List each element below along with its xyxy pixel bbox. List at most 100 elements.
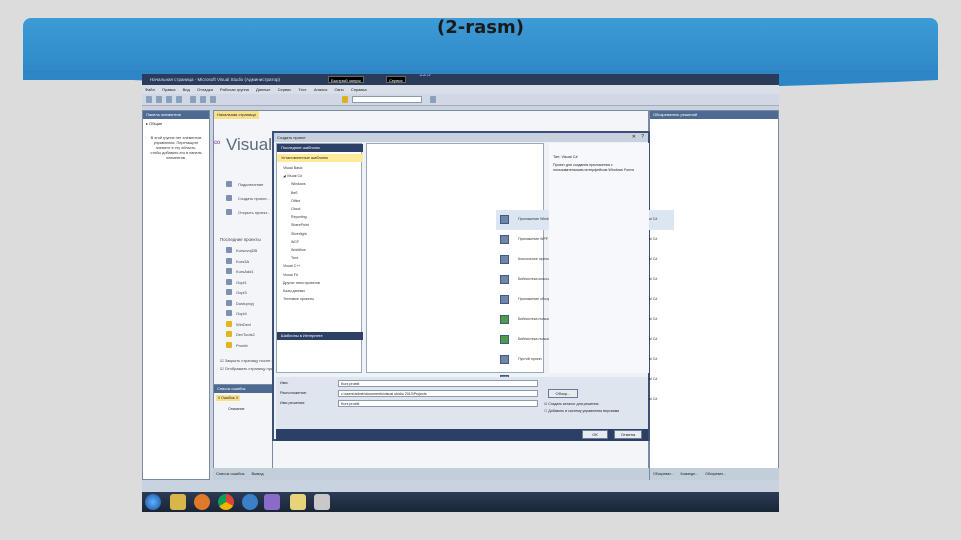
menu-tools[interactable]: Сервис [278,87,292,92]
template-name: Пустой проект [518,357,542,361]
tree-item[interactable]: Office [291,199,300,203]
tree-item[interactable]: Visual Basic [283,166,303,170]
create-dir-checkbox[interactable]: ☑ Создать каталог для решения [544,402,598,406]
location-input[interactable]: c:\users\admin\documents\visual studio 2… [338,390,538,397]
start-button-icon[interactable] [145,494,161,510]
tree-item[interactable]: Другие типы проектов [283,281,320,285]
menu-debug[interactable]: Отладка [197,87,213,92]
notepad-icon[interactable] [290,494,306,510]
toolbox-empty-text: В этой группе нет элементов управления. … [150,136,202,160]
toolbox-group-general[interactable]: ▸ Общие [143,119,209,128]
tree-item[interactable]: Workflow [291,248,306,252]
recent-project-icon [226,331,232,337]
config-combo[interactable] [352,96,422,103]
document-icon[interactable] [314,494,330,510]
menu-window[interactable]: Окно [334,87,343,92]
template-type: Тип: Visual C# [553,155,578,159]
toolbox-header: Панель элементов [143,111,209,119]
tree-item[interactable]: WCF [291,240,299,244]
menu-file[interactable]: Файл [145,87,155,92]
find-icon[interactable] [430,96,436,103]
add-vcs-checkbox[interactable]: ☐ Добавить в систему управления версиями [544,409,619,413]
tree-item[interactable]: Базы данных [283,289,305,293]
template-icon [500,255,509,264]
tree-item[interactable]: Тестовые проекты [283,297,314,301]
service-tag[interactable]: Сервис [386,76,406,83]
save-icon[interactable] [166,96,172,103]
start-debug-icon[interactable] [342,96,348,103]
tab-error-list[interactable]: Список ошибок [216,471,244,476]
vs-screenshot: Начальная страница - Microsoft Visual St… [142,74,779,512]
tree-item[interactable]: ◢ Visual C# [283,174,302,178]
tab-start-page[interactable]: Начальная страница [214,111,259,119]
tree-installed-templates[interactable]: Установленные шаблоны [277,154,363,162]
recent-project-item[interactable]: Oopl4 [236,311,247,316]
menu-data[interactable]: Данные [256,87,270,92]
recent-projects-header: Последние проекты [220,237,261,242]
menu-help[interactable]: Справка [351,87,367,92]
errors-count-button[interactable]: 0 Ошибок: 0 [216,395,241,401]
menu-analyze[interactable]: Анализ [314,87,328,92]
recent-project-item[interactable]: WinDevl [236,322,251,327]
tree-item[interactable]: SharePoint [291,223,309,227]
new-project-icon [226,195,232,201]
menu-view[interactable]: Вид [183,87,190,92]
recent-project-item[interactable]: Oopl1 [236,280,247,285]
recent-project-item[interactable]: Oopl3 [236,290,247,295]
add-vcs-label: Добавить в систему управления версиями [548,409,620,413]
window-title: Начальная страница - Microsoft Visual St… [150,77,280,82]
tree-item[interactable]: Тест [291,256,298,260]
explorer-icon[interactable] [170,494,186,510]
chrome-icon[interactable] [218,494,234,510]
cancel-button[interactable]: Отмена [614,430,642,439]
menu-team[interactable]: Рабочая группа [220,87,249,92]
start-new-project[interactable]: Создать проект... [238,196,270,201]
tree-item[interactable]: Silverlight [291,232,307,236]
cut-icon[interactable] [190,96,196,103]
ie-icon[interactable] [242,494,258,510]
ok-button[interactable]: ОК [582,430,608,439]
start-open-project[interactable]: Открыть проект... [238,210,270,215]
template-name: Библиотека классов [518,277,552,281]
tab-solution-explorer[interactable]: Обозреват... [653,472,674,476]
new-project-icon[interactable] [146,96,152,103]
recent-project-icon [226,299,232,306]
error-col-description: Описание [228,407,245,411]
dialog-title: Создать проект [274,133,648,142]
recent-project-item[interactable]: DevTools2 [236,332,255,337]
recent-project-item[interactable]: Kurs3A [236,259,249,264]
tree-item[interactable]: Веб [291,191,297,195]
copy-icon[interactable] [200,96,206,103]
tab-team-explorer[interactable]: Командн... [681,472,699,476]
tab-class-view[interactable]: Обозреват... [705,472,726,476]
tree-recent-templates[interactable]: Последние шаблоны [277,144,363,152]
recent-project-item[interactable]: Proekt [236,343,248,348]
tree-item[interactable]: Reporting [291,215,307,219]
close-icon[interactable]: ✕ [632,134,636,140]
menu-edit[interactable]: Правка [162,87,176,92]
media-player-icon[interactable] [194,494,210,510]
visual-studio-icon[interactable] [264,494,280,510]
tree-online-templates[interactable]: Шаблоны в Интернете [277,332,363,340]
recent-project-item[interactable]: KursAdd1 [236,269,254,274]
recent-project-item[interactable]: KursovojDB [236,248,257,253]
toolbar [142,94,779,106]
paste-icon[interactable] [210,96,216,103]
quick-launch-tag[interactable]: Быстрый запуск [328,76,364,83]
menu-test[interactable]: Тест [298,87,306,92]
tab-output[interactable]: Вывод [251,471,263,476]
browse-button[interactable]: Обзор... [548,389,578,398]
solution-name-input[interactable]: Kurs proekt [338,400,538,407]
tree-item[interactable]: Visual F# [283,273,298,277]
open-project-icon [226,209,232,215]
open-icon[interactable] [156,96,162,103]
tree-item[interactable]: Cloud [291,207,300,211]
start-connect[interactable]: Подключение [238,182,263,187]
template-name: Приложение WPF [518,237,549,241]
tree-item[interactable]: Windows [291,182,306,186]
recent-project-item[interactable]: Dostupnyj [236,301,254,306]
tree-item[interactable]: Visual C++ [283,264,301,268]
project-name-input[interactable]: Kurs proekt [338,380,538,387]
save-all-icon[interactable] [176,96,182,103]
help-icon[interactable]: ? [641,134,644,140]
